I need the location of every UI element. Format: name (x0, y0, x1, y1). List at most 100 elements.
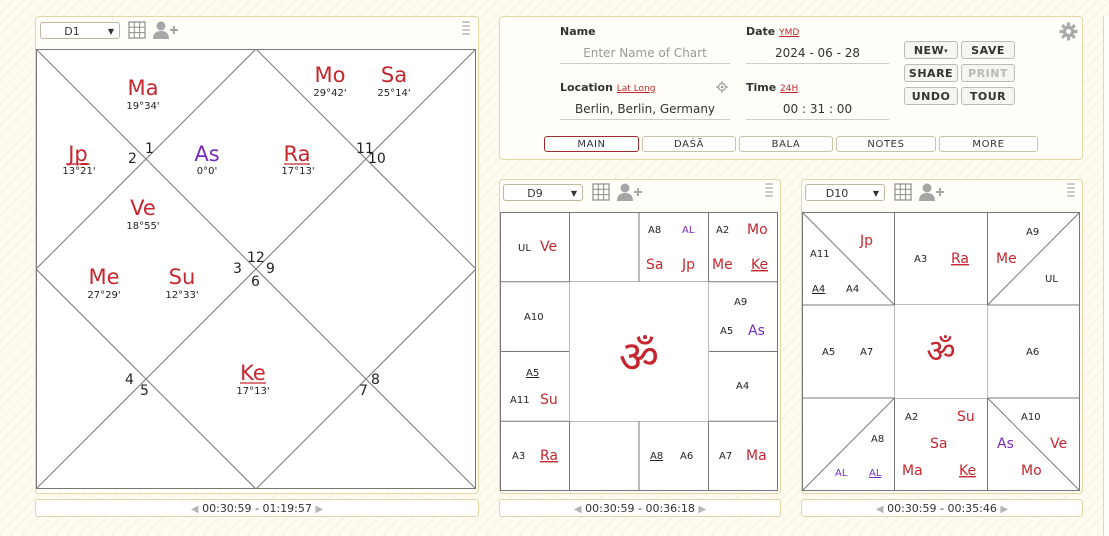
save-button[interactable]: SAVE (961, 41, 1015, 59)
location-label: Location Lat Long (560, 81, 655, 94)
chevron-down-icon: ▼ (872, 189, 879, 198)
planet-me[interactable]: Me 27°29' (87, 265, 120, 301)
d10-east-chart: ॐ Jp A11 A4 A4 A3 Ra A9 UL Me A5 A7 A6 A… (802, 212, 1080, 491)
planet-mo[interactable]: Mo (747, 222, 768, 238)
planet-me[interactable]: Me (996, 251, 1017, 267)
d9-time-range[interactable]: ◀ 00:30:59 - 00:36:18 ▶ (499, 499, 781, 517)
drag-handle-icon[interactable] (765, 183, 773, 199)
arrow-right-icon[interactable]: ▶ (1000, 504, 1008, 515)
svg-text:29°42': 29°42' (313, 88, 346, 99)
cell-label: A2 (905, 412, 918, 423)
locate-icon[interactable] (716, 81, 728, 93)
planet-as[interactable]: As (748, 323, 765, 339)
tab-more[interactable]: MORE (939, 136, 1038, 152)
cell-label: UL (1045, 274, 1058, 285)
tab-notes[interactable]: NOTES (836, 136, 936, 152)
svg-text:Sa: Sa (381, 63, 407, 87)
planet-me[interactable]: Me (712, 257, 733, 273)
planet-ma[interactable]: Ma (746, 448, 767, 464)
planet-su[interactable]: Su (540, 392, 558, 408)
planet-ke[interactable]: Ke (959, 463, 976, 479)
planet-mo[interactable]: Mo 29°42' (313, 63, 346, 99)
print-button[interactable]: PRINT (961, 64, 1015, 82)
planet-su[interactable]: Su 12°33' (165, 265, 198, 301)
planet-ve[interactable]: Ve (540, 239, 557, 255)
cell-label: A4 (812, 284, 825, 295)
add-person-icon[interactable] (153, 20, 179, 40)
date-format-link[interactable]: YMD (779, 28, 799, 38)
planet-ke[interactable]: Ke 17°13' (236, 361, 269, 397)
d9-select-value: D9 (527, 187, 543, 200)
tab-bala[interactable]: BALA (739, 136, 833, 152)
time-input[interactable]: 00 : 31 : 00 (746, 99, 889, 120)
d10-time-range-text: 00:30:59 - 00:35:46 (887, 502, 997, 515)
name-label: Name (560, 25, 596, 38)
arrow-right-icon[interactable]: ▶ (698, 504, 706, 515)
d10-time-range[interactable]: ◀ 00:30:59 - 00:35:46 ▶ (801, 499, 1083, 517)
d1-chart-select[interactable]: D1 ▼ (40, 22, 120, 39)
new-button[interactable]: NEW▾ (904, 41, 958, 59)
d1-time-range[interactable]: ◀ 00:30:59 - 01:19:57 ▶ (35, 499, 479, 517)
cell-label: A5 (720, 326, 733, 337)
d9-south-chart: ॐ UL Ve A8 AL Sa Jp A2 Mo Me Ke A10 A9 A… (500, 212, 778, 491)
add-person-icon[interactable] (919, 182, 945, 202)
time-label: Time 24H (746, 81, 798, 94)
drag-handle-icon[interactable] (462, 21, 470, 37)
share-button[interactable]: SHARE (904, 64, 958, 82)
planet-sa[interactable]: Sa (930, 436, 947, 452)
chart-name-input[interactable]: Enter Name of Chart (560, 43, 730, 64)
planet-ve[interactable]: Ve (1050, 436, 1067, 452)
planet-sa[interactable]: Sa 25°14' (377, 63, 410, 99)
planet-sa[interactable]: Sa (646, 257, 663, 273)
cell-label: A8 (648, 225, 661, 236)
add-person-icon[interactable] (617, 182, 643, 202)
cell-label: A2 (716, 225, 729, 236)
house-number: 3 (233, 261, 242, 277)
time-format-link[interactable]: 24H (780, 84, 798, 94)
latlong-link[interactable]: Lat Long (617, 84, 656, 94)
om-symbol: ॐ (926, 332, 955, 370)
undo-button[interactable]: UNDO (904, 87, 958, 105)
arrow-left-icon[interactable]: ◀ (574, 504, 582, 515)
arrow-left-icon[interactable]: ◀ (876, 504, 884, 515)
d1-select-value: D1 (64, 25, 80, 38)
house-number: 5 (140, 383, 149, 399)
planet-ra[interactable]: Ra (951, 251, 969, 267)
location-input[interactable]: Berlin, Berlin, Germany (560, 99, 730, 120)
planet-ra[interactable]: Ra (540, 448, 558, 464)
drag-handle-icon[interactable] (1067, 183, 1075, 199)
gear-icon[interactable] (1059, 22, 1078, 41)
svg-text:Ra: Ra (284, 142, 311, 166)
planet-su[interactable]: Su (957, 409, 975, 425)
planet-mo[interactable]: Mo (1021, 463, 1042, 479)
planet-as[interactable]: As (997, 436, 1014, 452)
grid-view-icon[interactable] (894, 183, 912, 201)
planet-jp[interactable]: Jp (859, 233, 873, 249)
arrow-left-icon[interactable]: ◀ (191, 504, 199, 515)
tab-main[interactable]: MAIN (544, 136, 639, 152)
grid-view-icon[interactable] (592, 183, 610, 201)
planet-ma[interactable]: Ma 19°34' (126, 76, 159, 112)
tab-dasa[interactable]: DAŚĀ (642, 136, 736, 152)
d1-time-range-text: 00:30:59 - 01:19:57 (202, 502, 312, 515)
planet-jp[interactable]: Jp (681, 257, 695, 273)
d10-chart-select[interactable]: D10 ▼ (805, 184, 885, 201)
house-number: 1 (145, 141, 154, 157)
planet-ra[interactable]: Ra 17°13' (281, 142, 314, 177)
cell-label: A7 (719, 451, 732, 462)
d9-chart-select[interactable]: D9 ▼ (503, 184, 583, 201)
svg-text:18°55': 18°55' (126, 221, 159, 232)
planet-ke[interactable]: Ke (751, 257, 768, 273)
planet-ma[interactable]: Ma (902, 463, 923, 479)
cell-label: A4 (736, 381, 749, 392)
tour-button[interactable]: TOUR (961, 87, 1015, 105)
grid-view-icon[interactable] (128, 21, 146, 39)
planet-ve[interactable]: Ve 18°55' (126, 196, 159, 232)
house-number: 12 (247, 250, 265, 266)
date-input[interactable]: 2024 - 06 - 28 (746, 43, 889, 64)
svg-text:Ke: Ke (240, 361, 266, 385)
arrow-right-icon[interactable]: ▶ (315, 504, 323, 515)
planet-as[interactable]: As 0°0' (194, 142, 219, 177)
d10-select-value: D10 (825, 187, 849, 200)
om-symbol: ॐ (619, 332, 659, 383)
